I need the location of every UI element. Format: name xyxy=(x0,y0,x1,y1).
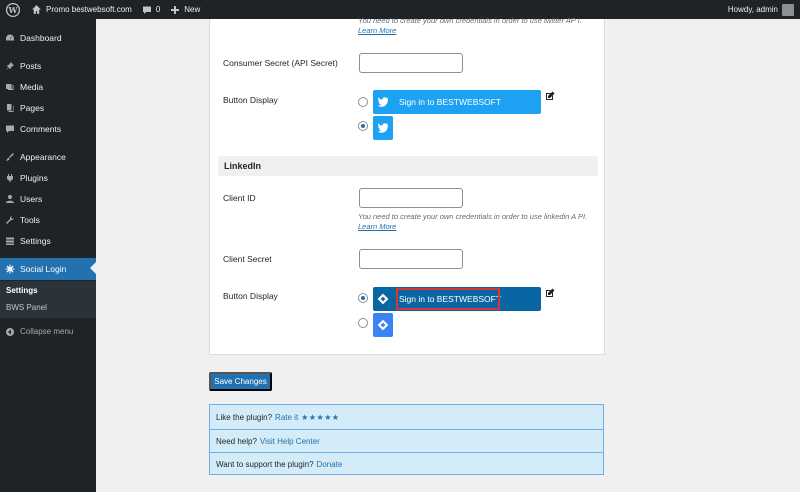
settings-icon xyxy=(0,236,20,246)
linkedin-learn-more-link[interactable]: Learn More xyxy=(358,222,396,231)
rate-it-link[interactable]: Rate it xyxy=(275,413,298,422)
help-row: Need help? Visit Help Center xyxy=(210,429,603,453)
comment-bubble-icon xyxy=(142,6,151,14)
social-login-submenu: Settings BWS Panel xyxy=(0,281,96,318)
new-label: New xyxy=(184,5,201,14)
twitter-credentials-description: You need to create your own credentials … xyxy=(358,16,594,36)
linkedin-desc-text: You need to create your own credentials … xyxy=(358,212,588,221)
linkedin-credentials-description: You need to create your own credentials … xyxy=(358,212,594,232)
account-menu[interactable]: Howdy, admin xyxy=(723,0,800,19)
sidebar-item-dashboard[interactable]: Dashboard xyxy=(0,28,96,47)
twitter-button-text: Sign in to BESTWEBSOFT xyxy=(399,97,502,107)
comments-count: 0 xyxy=(155,5,161,14)
twitter-icon-button-radio[interactable] xyxy=(358,121,368,131)
comments-link[interactable]: 0 xyxy=(137,0,165,19)
sidebar-item-users[interactable]: Users xyxy=(0,189,96,208)
wordpress-logo-button[interactable]: W xyxy=(0,0,26,19)
twitter-signin-button-preview: Sign in to BESTWEBSOFT xyxy=(373,90,541,114)
help-center-link[interactable]: Visit Help Center xyxy=(260,437,320,446)
twitter-icon-button-preview xyxy=(373,116,393,140)
twitter-full-button-radio[interactable] xyxy=(358,97,368,107)
svg-text:W: W xyxy=(8,4,19,14)
site-name-link[interactable]: Promo bestwebsoft.com xyxy=(26,0,137,19)
rating-stars[interactable]: ★★★★★ xyxy=(301,413,339,422)
collapse-icon xyxy=(0,327,20,337)
edit-icon[interactable] xyxy=(545,288,555,298)
wordpress-icon: W xyxy=(5,2,21,17)
client-secret-input[interactable] xyxy=(359,249,463,269)
sidebar-item-media[interactable]: Media xyxy=(0,77,96,96)
linkedin-icon-button-radio[interactable] xyxy=(358,318,368,328)
wrench-icon xyxy=(0,215,20,225)
rate-text: Like the plugin? xyxy=(216,412,273,422)
twitter-bird-icon xyxy=(373,90,393,114)
sidebar-item-label: Posts xyxy=(20,60,42,71)
sidebar-item-label: Comments xyxy=(20,123,62,134)
linkedin-section-heading: LinkedIn xyxy=(218,156,598,176)
sidebar-item-plugins[interactable]: Plugins xyxy=(0,168,96,187)
consumer-secret-label: Consumer Secret (API Secret) xyxy=(223,58,338,68)
linkedin-icon-button-preview xyxy=(373,313,393,337)
social-login-icon xyxy=(0,264,20,274)
admin-sidebar: Dashboard Posts Media Pages Comments App… xyxy=(0,19,96,492)
pin-icon xyxy=(0,61,20,71)
sidebar-item-comments[interactable]: Comments xyxy=(0,119,96,138)
home-icon xyxy=(32,5,41,14)
client-id-label: Client ID xyxy=(223,193,256,203)
collapse-menu-button[interactable]: Collapse menu xyxy=(0,322,96,341)
sidebar-item-tools[interactable]: Tools xyxy=(0,210,96,229)
rate-plugin-row: Like the plugin? Rate it ★★★★★ xyxy=(210,405,603,429)
save-changes-button[interactable]: Save Changes xyxy=(209,372,272,391)
media-icon xyxy=(0,82,20,92)
sidebar-item-label: Social Login xyxy=(20,264,67,274)
linkedin-logo-icon xyxy=(373,313,393,337)
sidebar-item-social-login[interactable]: Social Login xyxy=(0,258,96,280)
help-text: Need help? xyxy=(216,437,257,446)
avatar xyxy=(782,3,794,16)
sidebar-item-label: Dashboard xyxy=(20,32,62,43)
howdy-text: Howdy, admin xyxy=(727,5,778,14)
pages-icon xyxy=(0,103,20,113)
sidebar-item-label: Plugins xyxy=(20,172,48,183)
sidebar-item-label: Pages xyxy=(20,102,45,113)
twitter-bird-icon xyxy=(373,116,393,140)
new-content-link[interactable]: New xyxy=(165,0,205,19)
submenu-item-bws-panel[interactable]: BWS Panel xyxy=(6,303,47,312)
dashboard-icon xyxy=(0,33,20,43)
plugin-icon xyxy=(0,173,20,183)
linkedin-full-button-radio[interactable] xyxy=(358,293,368,303)
users-icon xyxy=(0,194,20,204)
donate-text: Want to support the plugin? xyxy=(216,460,314,469)
twitter-learn-more-link[interactable]: Learn More xyxy=(358,26,396,35)
client-secret-label: Client Secret xyxy=(223,254,272,264)
comments-icon xyxy=(0,124,20,134)
sidebar-item-appearance[interactable]: Appearance xyxy=(0,147,96,166)
collapse-label: Collapse menu xyxy=(20,327,74,336)
sidebar-item-posts[interactable]: Posts xyxy=(0,56,96,75)
linkedin-logo-icon xyxy=(373,287,393,311)
plus-icon xyxy=(171,5,180,14)
sidebar-item-label: Tools xyxy=(20,214,40,225)
twitter-button-display-label: Button Display xyxy=(223,95,278,105)
submenu-item-settings[interactable]: Settings xyxy=(6,286,38,295)
sidebar-item-label: Users xyxy=(20,193,43,204)
client-id-input[interactable] xyxy=(359,188,463,208)
linkedin-button-display-label: Button Display xyxy=(223,291,278,301)
brush-icon xyxy=(0,152,20,162)
plugin-support-box: Like the plugin? Rate it ★★★★★ Need help… xyxy=(209,404,604,475)
sidebar-item-settings[interactable]: Settings xyxy=(0,231,96,250)
site-name: Promo bestwebsoft.com xyxy=(46,5,132,14)
sidebar-item-label: Settings xyxy=(20,235,51,246)
sidebar-item-label: Media xyxy=(20,81,44,92)
consumer-secret-input[interactable] xyxy=(359,53,463,73)
donate-row: Want to support the plugin? Donate xyxy=(210,452,603,476)
twitter-desc-text: You need to create your own credentials … xyxy=(358,16,582,25)
edit-icon[interactable] xyxy=(545,91,555,101)
sidebar-item-pages[interactable]: Pages xyxy=(0,98,96,117)
settings-panel: You need to create your own credentials … xyxy=(209,16,605,355)
highlight-box xyxy=(396,288,500,310)
sidebar-item-label: Appearance xyxy=(20,151,66,162)
donate-link[interactable]: Donate xyxy=(317,460,343,469)
